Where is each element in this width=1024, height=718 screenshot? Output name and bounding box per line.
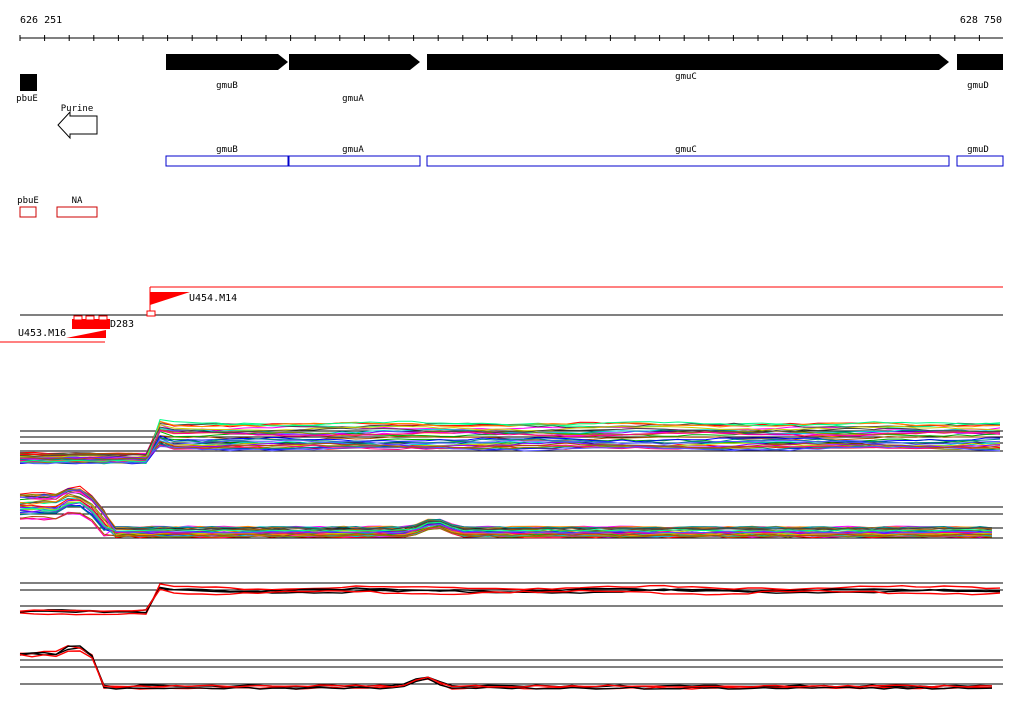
terminator-label-pbue: pbuE (17, 196, 39, 206)
expression-trace (19, 489, 993, 531)
expression-trace (19, 488, 993, 529)
gene-arrow-gmuc[interactable] (427, 54, 949, 70)
riboswitch-label: Purine (61, 104, 94, 114)
gene-label-gmub: gmuB (216, 81, 238, 91)
reverse-probe-label: U453.M16 (18, 328, 66, 339)
gene-track: gmuB gmuA gmuC gmuD pbuE (16, 54, 1003, 104)
expression-trace (19, 493, 993, 532)
reverse-probe-marker-1 (73, 315, 83, 321)
gene-block-pbue[interactable] (20, 74, 37, 91)
operon-label-gmua: gmuA (342, 145, 364, 155)
reverse-probe-marker-3 (98, 315, 108, 321)
operon-label-gmuc: gmuC (675, 145, 697, 155)
expression-panel-reverse-selected (19, 644, 1003, 690)
genome-browser-view: 626 251 628 750 gmuB gmuA gmuC gmuD pbuE… (0, 0, 1024, 714)
terminator-track: pbuE NA (17, 196, 98, 218)
expression-panel-forward-all (19, 419, 1003, 465)
forward-tss-flag[interactable] (150, 292, 190, 305)
riboswitch-arrow-icon (57, 110, 98, 140)
terminator-label-na: NA (72, 196, 83, 206)
probe-track: U454.M14 D283 U453.M16 (0, 286, 1003, 343)
genome-browser-canvas: 626 251 628 750 gmuB gmuA gmuC gmuD pbuE… (0, 15, 1004, 690)
expression-trace (19, 490, 993, 531)
end-coordinate: 628 750 (960, 15, 1002, 26)
gene-label-pbue: pbuE (16, 94, 38, 104)
expression-panel-forward-selected (19, 582, 1003, 616)
operon-box-gmuc[interactable] (426, 155, 950, 167)
operon-box-gmua[interactable] (288, 155, 421, 167)
gene-label-gmud: gmuD (967, 81, 989, 91)
riboswitch-feature[interactable]: Purine (57, 104, 98, 140)
gene-label-gmuc: gmuC (675, 72, 697, 82)
terminator-box-na[interactable] (56, 206, 98, 218)
forward-probe-label: U454.M14 (189, 293, 237, 304)
terminator-box-pbue[interactable] (19, 206, 37, 218)
coordinate-ruler (19, 35, 1003, 41)
expression-panel-reverse-all (19, 485, 1003, 539)
gene-arrow-gmua[interactable] (289, 54, 420, 70)
expression-trace (19, 495, 993, 532)
gene-arrow-gmud[interactable] (957, 54, 1003, 70)
operon-track: gmuB gmuA gmuC gmuD (165, 145, 1004, 167)
gene-arrow-gmub[interactable] (166, 54, 288, 70)
operon-label-gmub: gmuB (216, 145, 238, 155)
reverse-tss-flag[interactable] (66, 330, 106, 338)
forward-tss-marker[interactable] (146, 310, 156, 317)
gene-label-gmua: gmuA (342, 94, 364, 104)
small-probe-label: D283 (110, 319, 134, 330)
operon-box-gmub[interactable] (165, 155, 289, 167)
reverse-probe-marker-2 (85, 315, 95, 321)
operon-label-gmud: gmuD (967, 145, 989, 155)
expression-trace (19, 650, 993, 688)
start-coordinate: 626 251 (20, 15, 62, 26)
operon-box-gmud[interactable] (956, 155, 1004, 167)
